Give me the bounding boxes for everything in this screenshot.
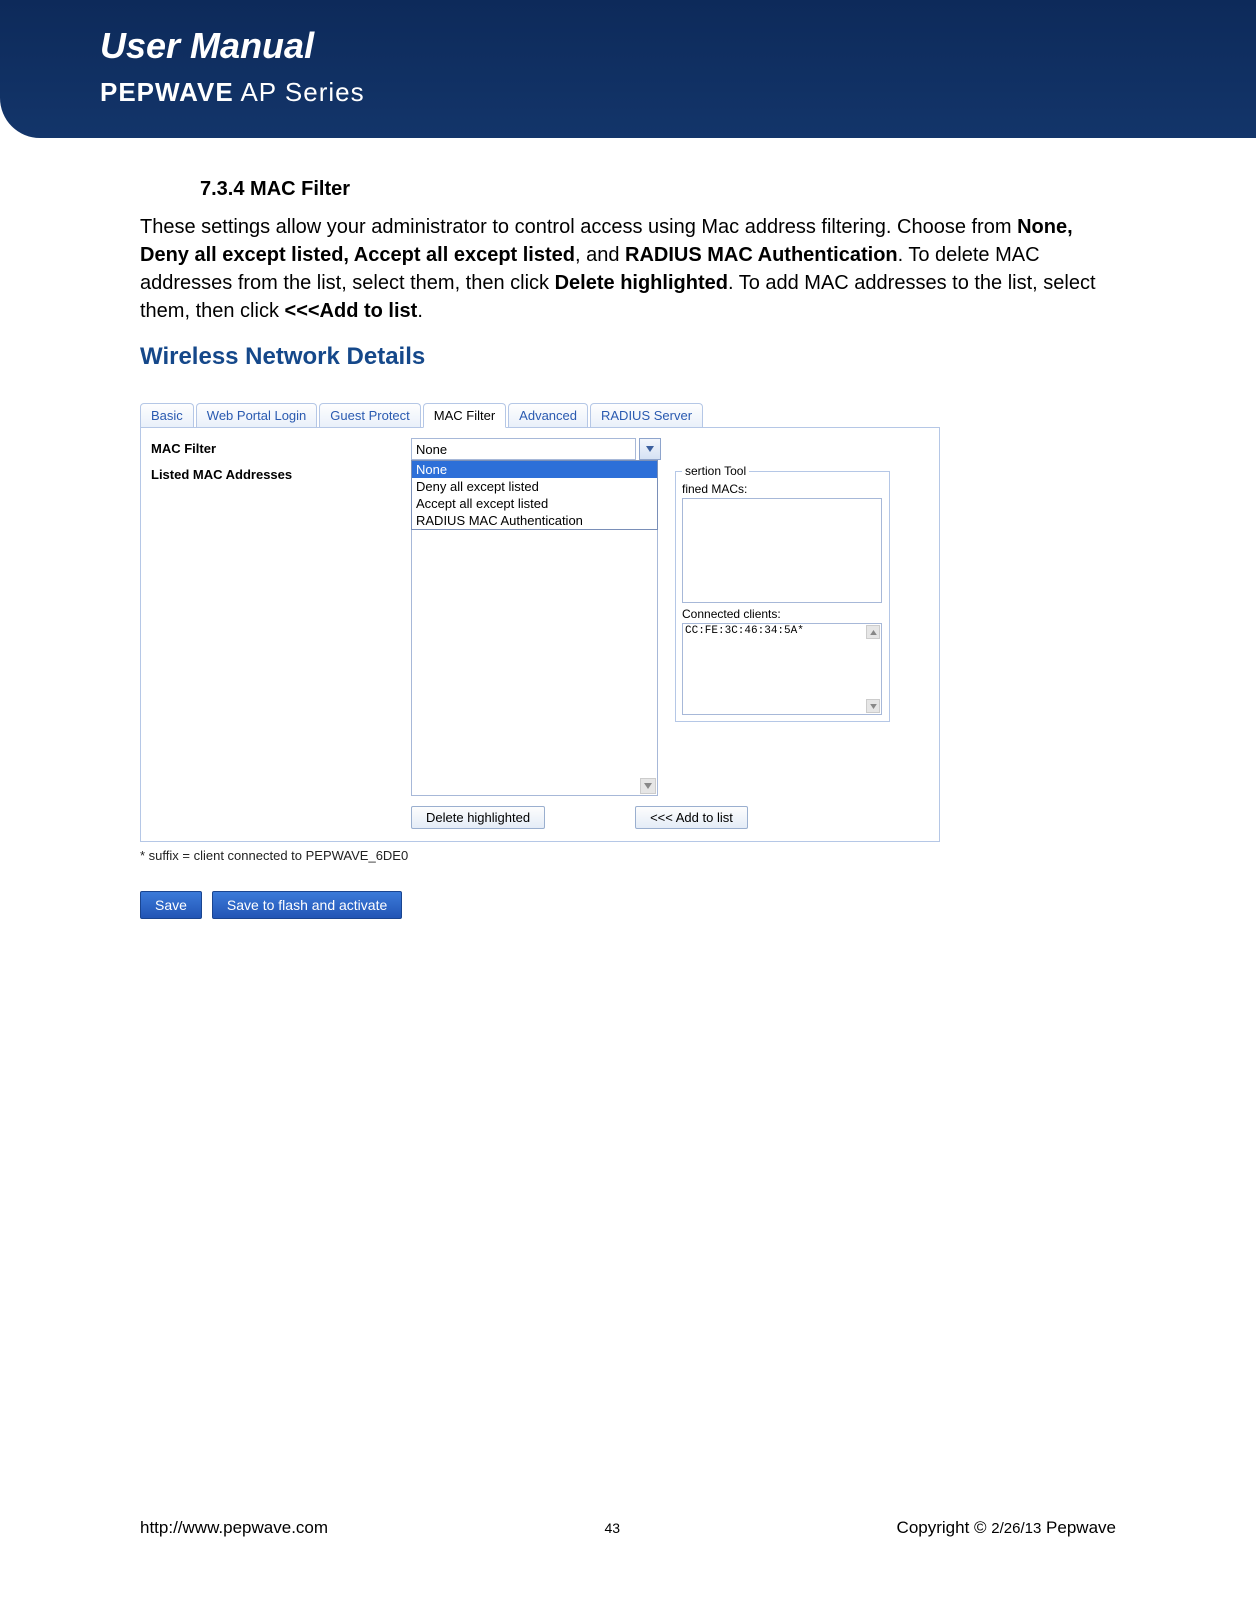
connected-clients-label: Connected clients:: [682, 607, 883, 621]
page-footer: http://www.pepwave.com 43 Copyright © 2/…: [140, 1518, 1116, 1538]
tab-radius-server[interactable]: RADIUS Server: [590, 403, 703, 427]
dropdown-option-deny[interactable]: Deny all except listed: [412, 478, 657, 495]
mac-filter-label: MAC Filter: [151, 438, 411, 456]
listed-mac-listbox[interactable]: [411, 526, 658, 796]
save-button-row: Save Save to flash and activate: [140, 891, 940, 919]
predefined-macs-label: fined MACs:: [682, 482, 883, 496]
page-content: 7.3.4 MAC Filter These settings allow yo…: [0, 178, 1256, 1558]
page-number: 43: [605, 1520, 621, 1540]
tab-basic[interactable]: Basic: [140, 403, 194, 427]
chevron-down-icon: [646, 446, 654, 452]
suffix-note: * suffix = client connected to PEPWAVE_6…: [140, 848, 940, 863]
scroll-down-icon[interactable]: [640, 778, 656, 794]
tab-web-portal-login[interactable]: Web Portal Login: [196, 403, 318, 427]
panel-title: Wireless Network Details: [140, 343, 1116, 371]
copyright-company: Pepwave: [1041, 1518, 1116, 1537]
mac-filter-input[interactable]: [411, 438, 636, 460]
predefined-macs-listbox[interactable]: [682, 498, 882, 603]
mac-filter-row: MAC Filter None Deny all except listed A…: [151, 438, 929, 460]
text-run: , and: [575, 244, 625, 266]
panel-body: MAC Filter None Deny all except listed A…: [140, 428, 940, 842]
tabs-row: Basic Web Portal Login Guest Protect MAC…: [140, 401, 940, 428]
dropdown-option-radius[interactable]: RADIUS MAC Authentication: [412, 512, 657, 529]
copyright-date: 2/26/13: [991, 1520, 1041, 1537]
brand-series: AP Series: [234, 77, 365, 107]
insertion-legend: sertion Tool: [682, 464, 749, 478]
tab-guest-protect[interactable]: Guest Protect: [319, 403, 420, 427]
action-button-row: Delete highlighted <<< Add to list: [411, 806, 929, 829]
scroll-down-icon[interactable]: [866, 699, 880, 713]
mac-filter-dropdown-list[interactable]: None Deny all except listed Accept all e…: [411, 460, 658, 530]
text-bold: Delete highlighted: [555, 272, 728, 294]
dropdown-option-accept[interactable]: Accept all except listed: [412, 495, 657, 512]
tab-advanced[interactable]: Advanced: [508, 403, 588, 427]
delete-highlighted-button[interactable]: Delete highlighted: [411, 806, 545, 829]
text-run: .: [417, 300, 423, 322]
listed-mac-label: Listed MAC Addresses: [151, 464, 411, 482]
text-bold: <<<Add to list: [285, 300, 418, 322]
text-bold: RADIUS MAC Authentication: [625, 244, 898, 266]
section-heading: 7.3.4 MAC Filter: [200, 178, 1116, 201]
copyright-prefix: Copyright ©: [897, 1518, 992, 1537]
dropdown-option-none[interactable]: None: [412, 461, 657, 478]
dropdown-toggle-button[interactable]: [639, 438, 661, 460]
tab-mac-filter[interactable]: MAC Filter: [423, 403, 506, 428]
connected-client-item[interactable]: CC:FE:3C:46:34:5A*: [685, 625, 804, 637]
section-paragraph: These settings allow your administrator …: [140, 213, 1116, 325]
mac-filter-select[interactable]: None Deny all except listed Accept all e…: [411, 438, 661, 460]
insertion-tool-fieldset: sertion Tool fined MACs: Connected clien…: [675, 464, 890, 722]
footer-url: http://www.pepwave.com: [140, 1518, 328, 1538]
brand-line: PEPWAVE AP Series: [100, 77, 1256, 108]
add-to-list-button[interactable]: <<< Add to list: [635, 806, 748, 829]
brand-bold: PEPWAVE: [100, 77, 234, 107]
config-panel: Basic Web Portal Login Guest Protect MAC…: [140, 401, 940, 919]
header-banner: User Manual PEPWAVE AP Series: [0, 0, 1256, 138]
connected-clients-listbox[interactable]: CC:FE:3C:46:34:5A*: [682, 623, 882, 715]
footer-copyright: Copyright © 2/26/13 Pepwave: [897, 1518, 1116, 1538]
text-run: These settings allow your administrator …: [140, 216, 1017, 238]
manual-title: User Manual: [100, 25, 1256, 67]
save-button[interactable]: Save: [140, 891, 202, 919]
save-flash-activate-button[interactable]: Save to flash and activate: [212, 891, 402, 919]
scroll-up-icon[interactable]: [866, 625, 880, 639]
